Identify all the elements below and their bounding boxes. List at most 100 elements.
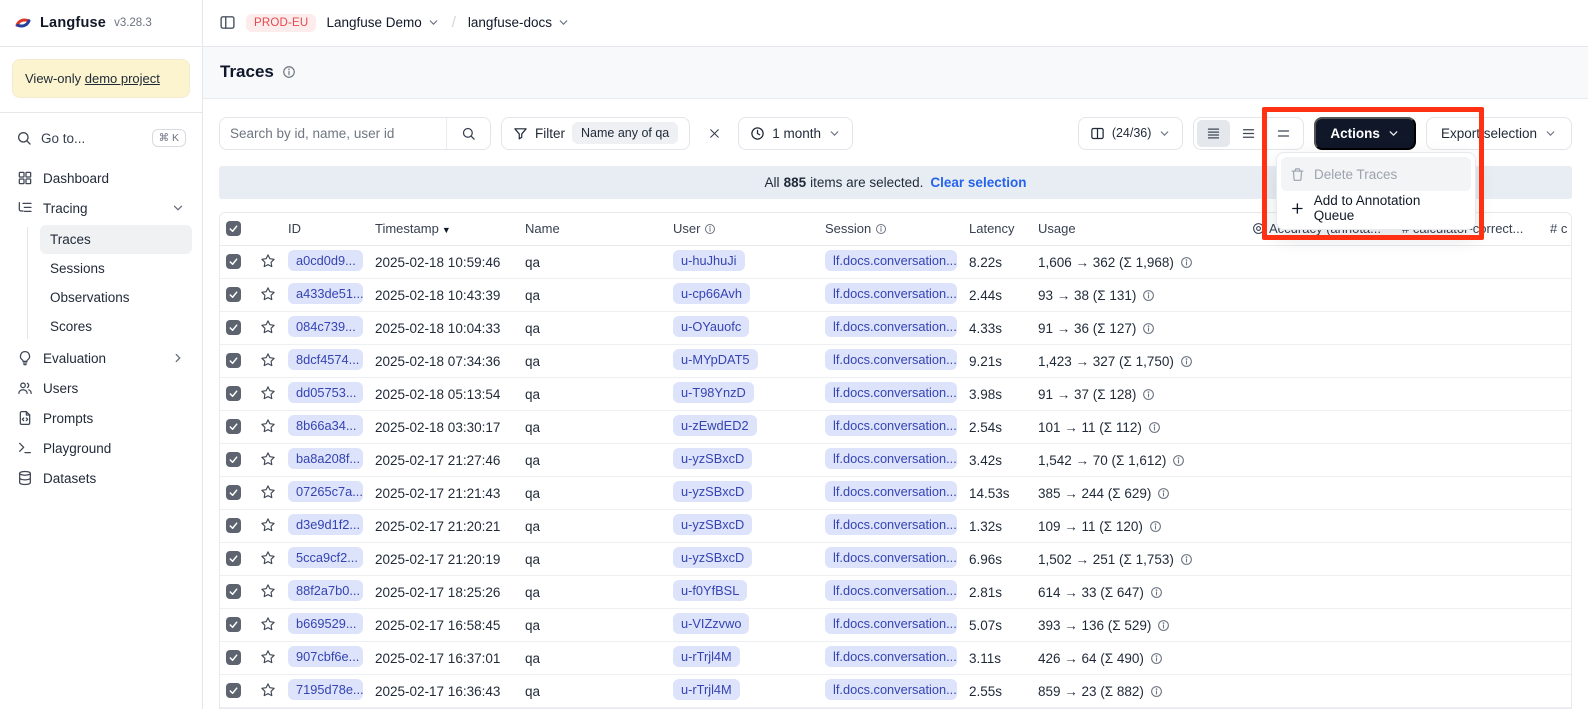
session-id-pill[interactable]: lf.docs.conversation... <box>825 613 957 634</box>
session-id-pill[interactable]: lf.docs.conversation... <box>825 382 957 403</box>
trace-id-pill[interactable]: 7195d78e... <box>288 679 363 700</box>
trace-id-pill[interactable]: 5cca9cf2... <box>288 547 363 568</box>
session-id-pill[interactable]: lf.docs.conversation... <box>825 580 957 601</box>
sidebar-toggle-icon[interactable] <box>219 14 236 31</box>
session-id-pill[interactable]: lf.docs.conversation... <box>825 415 957 436</box>
bookmark-star-icon[interactable] <box>260 550 276 566</box>
bookmark-star-icon[interactable] <box>260 352 276 368</box>
table-row[interactable]: 8b66a34...2025-02-18 03:30:17qau-zEwdED2… <box>220 411 1571 444</box>
user-id-pill[interactable]: u-zEwdED2 <box>673 415 757 436</box>
table-row[interactable]: a0cd0d9...2025-02-18 10:59:46qau-huJhuJi… <box>220 246 1571 279</box>
session-id-pill[interactable]: lf.docs.conversation... <box>825 283 957 304</box>
bookmark-star-icon[interactable] <box>260 484 276 500</box>
bookmark-star-icon[interactable] <box>260 451 276 467</box>
table-row[interactable]: 07265c7a...2025-02-17 21:21:43qau-yzSBxc… <box>220 477 1571 510</box>
table-row[interactable]: ba8a208f...2025-02-17 21:27:46qau-yzSBxc… <box>220 444 1571 477</box>
trace-id-pill[interactable]: ba8a208f... <box>288 448 363 469</box>
session-id-pill[interactable]: lf.docs.conversation... <box>825 514 957 535</box>
sidebar-item-users[interactable]: Users <box>10 373 192 403</box>
project-selector[interactable]: langfuse-docs <box>468 15 570 30</box>
bookmark-star-icon[interactable] <box>260 286 276 302</box>
row-checkbox[interactable] <box>226 485 241 500</box>
row-checkbox[interactable] <box>226 452 241 467</box>
trace-id-pill[interactable]: 88f2a7b0... <box>288 580 363 601</box>
row-checkbox[interactable] <box>226 617 241 632</box>
bookmark-star-icon[interactable] <box>260 253 276 269</box>
user-id-pill[interactable]: u-yzSBxcD <box>673 481 752 502</box>
row-checkbox[interactable] <box>226 353 241 368</box>
row-height-medium-button[interactable] <box>1232 120 1265 147</box>
clear-filter-button[interactable] <box>700 119 728 147</box>
sidebar-item-tracing[interactable]: Tracing <box>10 193 192 223</box>
menu-item-delete-traces[interactable]: Delete Traces <box>1281 157 1471 191</box>
column-header-id[interactable]: ID <box>282 213 369 246</box>
row-checkbox[interactable] <box>226 551 241 566</box>
bookmark-star-icon[interactable] <box>260 682 276 698</box>
trace-id-pill[interactable]: 907cbf6e... <box>288 646 363 667</box>
search-input[interactable] <box>220 126 446 141</box>
user-id-pill[interactable]: u-cp66Avh <box>673 283 750 304</box>
sidebar-item-datasets[interactable]: Datasets <box>10 463 192 493</box>
trace-id-pill[interactable]: d3e9d1f2... <box>288 514 363 535</box>
actions-button[interactable]: Actions <box>1314 117 1416 150</box>
session-id-pill[interactable]: lf.docs.conversation... <box>825 349 957 370</box>
select-all-checkbox[interactable] <box>226 221 241 236</box>
row-checkbox[interactable] <box>226 254 241 269</box>
user-id-pill[interactable]: u-VIZzvwo <box>673 613 749 634</box>
row-height-large-button[interactable] <box>1267 120 1300 147</box>
row-checkbox[interactable] <box>226 419 241 434</box>
sidebar-item-dashboard[interactable]: Dashboard <box>10 163 192 193</box>
sidebar-item-playground[interactable]: Playground <box>10 433 192 463</box>
trace-id-pill[interactable]: 084c739... <box>288 316 363 337</box>
bookmark-star-icon[interactable] <box>260 517 276 533</box>
sidebar-item-scores[interactable]: Scores <box>40 312 192 341</box>
export-selection-button[interactable]: Export selection <box>1426 117 1572 150</box>
sidebar-item-evaluation[interactable]: Evaluation <box>10 343 192 373</box>
menu-item-add-to-annotation-queue[interactable]: Add to Annotation Queue <box>1281 191 1471 225</box>
table-row[interactable]: 7195d78e...2025-02-17 16:36:43qau-rTrjl4… <box>220 675 1571 708</box>
session-id-pill[interactable]: lf.docs.conversation... <box>825 250 957 271</box>
goto-search[interactable]: Go to... ⌘ K <box>10 123 192 153</box>
session-id-pill[interactable]: lf.docs.conversation... <box>825 481 957 502</box>
column-visibility-button[interactable]: (24/36) <box>1078 117 1184 150</box>
user-id-pill[interactable]: u-yzSBxcD <box>673 547 752 568</box>
column-header-latency[interactable]: Latency <box>963 213 1032 246</box>
clear-selection-link[interactable]: Clear selection <box>930 175 1026 190</box>
session-id-pill[interactable]: lf.docs.conversation... <box>825 547 957 568</box>
session-id-pill[interactable]: lf.docs.conversation... <box>825 646 957 667</box>
table-row[interactable]: b669529...2025-02-17 16:58:45qau-VIZzvwo… <box>220 609 1571 642</box>
table-row[interactable]: 907cbf6e...2025-02-17 16:37:01qau-rTrjl4… <box>220 642 1571 675</box>
bookmark-star-icon[interactable] <box>260 319 276 335</box>
user-id-pill[interactable]: u-huJhuJi <box>673 250 745 271</box>
row-checkbox[interactable] <box>226 386 241 401</box>
time-range-button[interactable]: 1 month <box>738 117 853 150</box>
trace-id-pill[interactable]: 8b66a34... <box>288 415 363 436</box>
session-id-pill[interactable]: lf.docs.conversation... <box>825 679 957 700</box>
user-id-pill[interactable]: u-f0YfBSL <box>673 580 747 601</box>
table-row[interactable]: a433de51...2025-02-18 10:43:39qau-cp66Av… <box>220 279 1571 312</box>
row-checkbox[interactable] <box>226 584 241 599</box>
user-id-pill[interactable]: u-rTrjl4M <box>673 646 740 667</box>
row-height-small-button[interactable] <box>1197 120 1230 147</box>
column-header-truncated[interactable]: # c <box>1544 213 1571 246</box>
org-selector[interactable]: Langfuse Demo <box>326 15 439 30</box>
trace-id-pill[interactable]: dd05753... <box>288 382 363 403</box>
trace-id-pill[interactable]: 07265c7a... <box>288 481 363 502</box>
sidebar-item-traces[interactable]: Traces <box>40 225 192 254</box>
table-row[interactable]: 084c739...2025-02-18 10:04:33qau-OYauofc… <box>220 312 1571 345</box>
trace-id-pill[interactable]: a0cd0d9... <box>288 250 363 271</box>
column-header-timestamp[interactable]: Timestamp▼ <box>369 213 519 246</box>
sidebar-item-observations[interactable]: Observations <box>40 283 192 312</box>
user-id-pill[interactable]: u-T98YnzD <box>673 382 754 403</box>
user-id-pill[interactable]: u-yzSBxcD <box>673 514 752 535</box>
column-header-session[interactable]: Session <box>819 213 963 246</box>
row-checkbox[interactable] <box>226 518 241 533</box>
trace-id-pill[interactable]: a433de51... <box>288 283 363 304</box>
column-header-name[interactable]: Name <box>519 213 667 246</box>
trace-id-pill[interactable]: b669529... <box>288 613 363 634</box>
trace-id-pill[interactable]: 8dcf4574... <box>288 349 363 370</box>
row-checkbox[interactable] <box>226 287 241 302</box>
table-row[interactable]: d3e9d1f2...2025-02-17 21:20:21qau-yzSBxc… <box>220 510 1571 543</box>
bookmark-star-icon[interactable] <box>260 418 276 434</box>
bookmark-star-icon[interactable] <box>260 385 276 401</box>
